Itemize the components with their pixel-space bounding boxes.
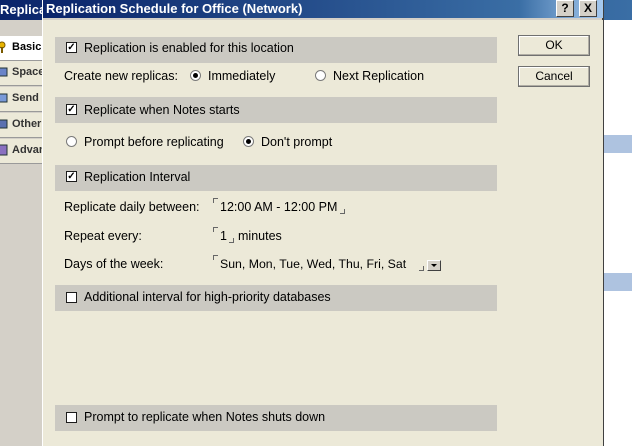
dialog-title-bar: Replication Schedule for Office (Network… bbox=[43, 0, 603, 18]
field-bracket bbox=[229, 238, 234, 243]
background-row-highlight bbox=[604, 273, 632, 291]
tab-space[interactable]: Space bbox=[0, 61, 43, 86]
daily-between-field[interactable]: 12:00 AM - 12:00 PM bbox=[220, 200, 337, 214]
background-right-area bbox=[604, 20, 632, 446]
advanced-icon bbox=[0, 144, 8, 156]
replication-schedule-dialog: Replication Schedule for Office (Network… bbox=[42, 0, 604, 446]
replication-interval-checkbox[interactable]: ✓ bbox=[66, 171, 77, 182]
other-icon bbox=[0, 119, 8, 129]
field-bracket bbox=[213, 255, 218, 260]
background-row-highlight bbox=[604, 135, 632, 153]
close-button[interactable]: X bbox=[579, 0, 597, 17]
replicate-notes-starts-label: Replicate when Notes starts bbox=[84, 103, 240, 117]
prompt-shutdown-checkbox[interactable] bbox=[66, 412, 77, 423]
prompt-before-radio[interactable] bbox=[66, 136, 77, 147]
field-bracket bbox=[340, 209, 345, 214]
tab-basic[interactable]: Basic bbox=[0, 36, 43, 61]
tab-advanced[interactable]: Advanced bbox=[0, 139, 43, 164]
daily-between-label: Replicate daily between: bbox=[64, 200, 200, 214]
dont-prompt-label: Don't prompt bbox=[261, 135, 333, 149]
immediately-label: Immediately bbox=[208, 69, 276, 83]
tab-send[interactable]: Send bbox=[0, 87, 43, 112]
repeat-every-label: Repeat every: bbox=[64, 229, 142, 243]
dialog-content: ✓ Replication is enabled for this locati… bbox=[43, 20, 603, 446]
tab-label: Basic bbox=[12, 41, 42, 53]
tab-label: Send bbox=[12, 92, 39, 104]
next-replication-radio[interactable] bbox=[315, 70, 326, 81]
next-replication-label: Next Replication bbox=[333, 69, 425, 83]
high-priority-checkbox[interactable] bbox=[66, 292, 77, 303]
replication-interval-label: Replication Interval bbox=[84, 170, 191, 184]
immediately-radio[interactable] bbox=[190, 70, 201, 81]
key-icon bbox=[0, 41, 6, 53]
repeat-unit-label: minutes bbox=[238, 229, 282, 243]
days-of-week-field[interactable]: Sun, Mon, Tue, Wed, Thu, Fri, Sat bbox=[220, 257, 406, 271]
radio-selected-dot bbox=[193, 73, 198, 78]
field-bracket bbox=[213, 198, 218, 203]
days-dropdown-button[interactable] bbox=[427, 260, 441, 271]
disk-icon bbox=[0, 67, 8, 77]
replicate-notes-starts-checkbox[interactable]: ✓ bbox=[66, 104, 77, 115]
ok-button[interactable]: OK bbox=[518, 35, 590, 56]
tab-label: Other bbox=[12, 118, 42, 130]
cancel-button[interactable]: Cancel bbox=[518, 66, 590, 87]
prompt-shutdown-label: Prompt to replicate when Notes shuts dow… bbox=[84, 410, 326, 424]
create-new-replicas-label: Create new replicas: bbox=[64, 69, 178, 83]
send-icon bbox=[0, 93, 8, 103]
tab-other[interactable]: Other bbox=[0, 113, 43, 138]
help-button[interactable]: ? bbox=[556, 0, 574, 17]
dont-prompt-radio[interactable] bbox=[243, 136, 254, 147]
tab-label: Advanced bbox=[12, 144, 42, 156]
field-bracket bbox=[213, 227, 218, 232]
high-priority-label: Additional interval for high-priority da… bbox=[84, 290, 331, 304]
field-bracket bbox=[419, 266, 424, 271]
prompt-before-label: Prompt before replicating bbox=[84, 135, 224, 149]
tab-label: Space bbox=[12, 66, 43, 78]
days-of-week-label: Days of the week: bbox=[64, 257, 164, 271]
replication-enabled-label: Replication is enabled for this location bbox=[84, 41, 294, 55]
dialog-title: Replication Schedule for Office (Network… bbox=[46, 1, 303, 16]
replication-enabled-checkbox[interactable]: ✓ bbox=[66, 42, 77, 53]
background-tab-strip: Basic Space Send Other Advanced bbox=[0, 20, 43, 446]
radio-selected-dot bbox=[246, 139, 251, 144]
repeat-every-field[interactable]: 1 bbox=[220, 229, 227, 243]
